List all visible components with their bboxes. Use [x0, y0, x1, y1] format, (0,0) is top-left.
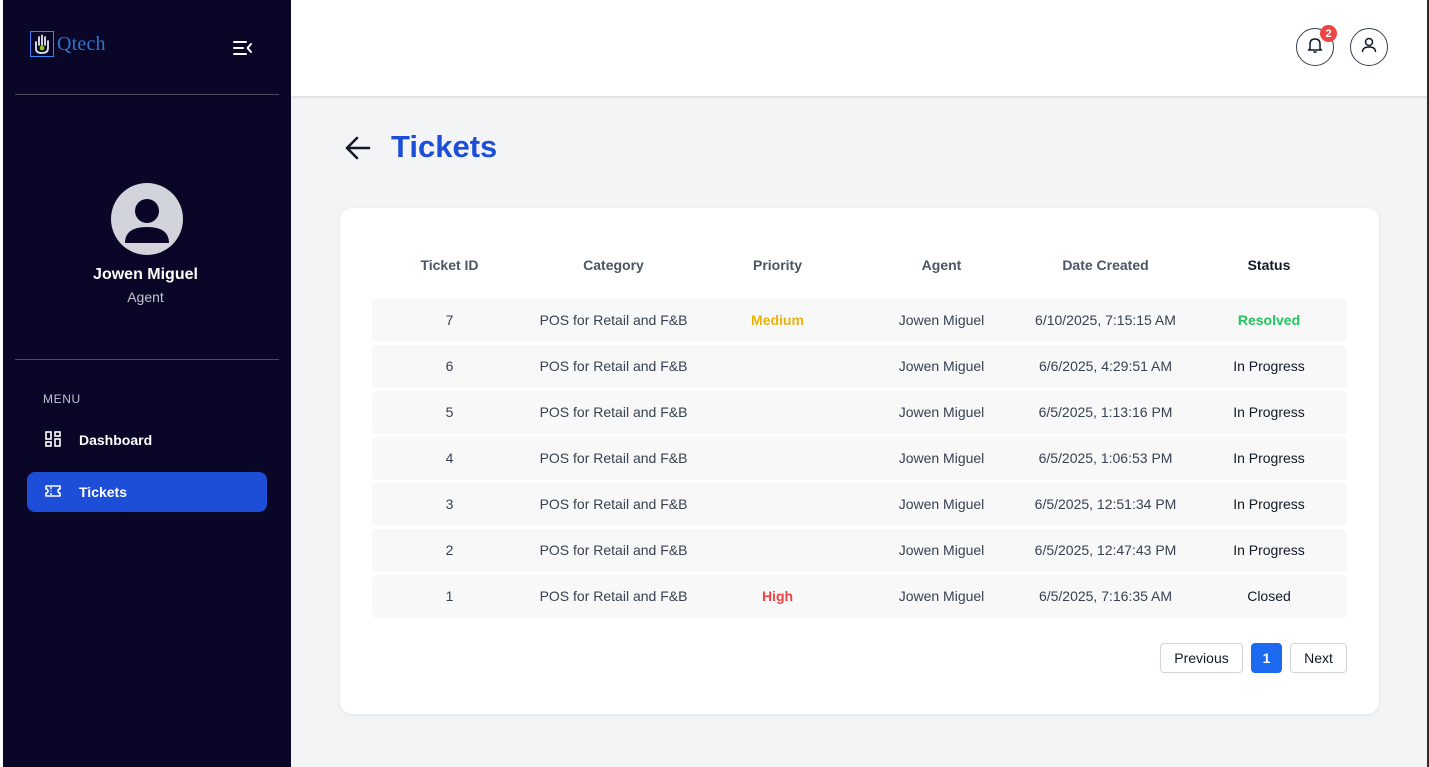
- profile-name: Jowen Miguel: [93, 266, 198, 283]
- ticket-id: 7: [445, 312, 454, 328]
- page-1-button[interactable]: 1: [1251, 643, 1282, 673]
- ticket-agent: Jowen Miguel: [898, 588, 985, 604]
- page-title: Tickets: [391, 129, 498, 164]
- profile-role: Agent: [127, 289, 164, 305]
- ticket-category: POS for Retail and F&B: [539, 588, 688, 604]
- ticket-id: 4: [445, 450, 454, 466]
- back-arrow-icon[interactable]: [343, 134, 373, 162]
- ticket-category: POS for Retail and F&B: [539, 450, 688, 466]
- column-header-priority: Priority: [752, 257, 802, 273]
- ticket-priority: Medium: [751, 312, 804, 328]
- ticket-priority: High: [761, 588, 794, 604]
- ticket-id: 3: [445, 496, 454, 512]
- ticket-agent: Jowen Miguel: [898, 450, 985, 466]
- table-header: Ticket ID Category Priority Agent Date C…: [372, 257, 1347, 275]
- table-row[interactable]: 7 POS for Retail and F&B Medium Jowen Mi…: [372, 299, 1347, 342]
- sidebar-divider: [15, 359, 279, 360]
- previous-page-button[interactable]: Previous: [1160, 643, 1243, 673]
- ticket-date: 6/6/2025, 4:29:51 AM: [1038, 358, 1173, 374]
- column-header-status: Status: [1247, 257, 1291, 273]
- ticket-id: 6: [445, 358, 454, 374]
- ticket-agent: Jowen Miguel: [898, 312, 985, 328]
- ticket-date: 6/10/2025, 7:15:15 AM: [1035, 312, 1176, 328]
- ticket-category: POS for Retail and F&B: [539, 404, 688, 420]
- table-row[interactable]: 6 POS for Retail and F&B Jowen Miguel 6/…: [372, 345, 1347, 388]
- ticket-category: POS for Retail and F&B: [539, 312, 688, 328]
- table-row[interactable]: 2 POS for Retail and F&B Jowen Miguel 6/…: [372, 529, 1347, 572]
- profile-avatar: [111, 183, 183, 255]
- user-menu-button[interactable]: [1350, 28, 1388, 66]
- brand[interactable]: Qtech: [30, 31, 106, 57]
- ticket-date: 6/5/2025, 7:16:35 AM: [1038, 588, 1173, 604]
- ticket-status: In Progress: [1233, 358, 1305, 374]
- ticket-category: POS for Retail and F&B: [539, 496, 688, 512]
- sidebar: Qtech Jowen Miguel Agent MENU Dashboard: [0, 0, 291, 767]
- bell-icon: [1307, 36, 1323, 59]
- notifications-button[interactable]: 2: [1296, 25, 1337, 66]
- menu-collapse-icon[interactable]: [232, 38, 254, 58]
- table-row[interactable]: 3 POS for Retail and F&B Jowen Miguel 6/…: [372, 483, 1347, 526]
- ticket-category: POS for Retail and F&B: [539, 358, 688, 374]
- table-row[interactable]: 4 POS for Retail and F&B Jowen Miguel 6/…: [372, 437, 1347, 480]
- ticket-id: 5: [445, 404, 454, 420]
- table-row[interactable]: 1 POS for Retail and F&B High Jowen Migu…: [372, 575, 1347, 618]
- grid-icon: [44, 430, 62, 451]
- ticket-id: 2: [445, 542, 454, 558]
- column-header-date-created: Date Created: [1062, 257, 1149, 273]
- hand-logo-icon: [30, 31, 54, 57]
- table-row[interactable]: 5 POS for Retail and F&B Jowen Miguel 6/…: [372, 391, 1347, 434]
- column-header-agent: Agent: [921, 257, 962, 273]
- column-header-category: Category: [583, 257, 644, 273]
- ticket-agent: Jowen Miguel: [898, 496, 985, 512]
- user-icon: [1360, 36, 1378, 59]
- sidebar-item-label: Tickets: [79, 484, 127, 500]
- ticket-category: POS for Retail and F&B: [539, 542, 688, 558]
- top-bar: 2: [291, 0, 1429, 96]
- next-page-button[interactable]: Next: [1290, 643, 1347, 673]
- brand-name: Qtech: [57, 32, 106, 55]
- ticket-agent: Jowen Miguel: [898, 404, 985, 420]
- ticket-icon: [44, 482, 62, 503]
- ticket-status: In Progress: [1233, 404, 1305, 420]
- sidebar-divider: [15, 94, 279, 95]
- ticket-date: 6/5/2025, 12:51:34 PM: [1034, 496, 1177, 512]
- sidebar-item-label: Dashboard: [79, 432, 153, 448]
- ticket-date: 6/5/2025, 1:06:53 PM: [1038, 450, 1173, 466]
- ticket-date: 6/5/2025, 12:47:43 PM: [1034, 542, 1177, 558]
- ticket-status: In Progress: [1233, 542, 1305, 558]
- sidebar-item-dashboard[interactable]: Dashboard: [27, 420, 267, 460]
- ticket-id: 1: [445, 588, 454, 604]
- tickets-card: Ticket ID Category Priority Agent Date C…: [340, 208, 1379, 714]
- column-header-ticket-id: Ticket ID: [420, 257, 479, 273]
- ticket-status: Closed: [1247, 588, 1291, 604]
- ticket-agent: Jowen Miguel: [898, 542, 985, 558]
- notification-count-badge: 2: [1320, 25, 1337, 42]
- ticket-status: In Progress: [1233, 450, 1305, 466]
- ticket-agent: Jowen Miguel: [898, 358, 985, 374]
- sidebar-item-tickets[interactable]: Tickets: [27, 472, 267, 512]
- menu-heading: MENU: [43, 392, 81, 406]
- ticket-status: Resolved: [1237, 312, 1301, 328]
- ticket-status: In Progress: [1233, 496, 1305, 512]
- ticket-date: 6/5/2025, 1:13:16 PM: [1038, 404, 1173, 420]
